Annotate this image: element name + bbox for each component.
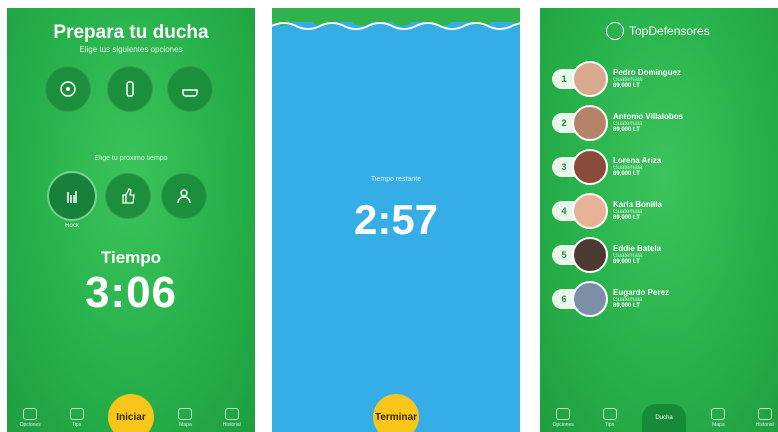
user-name: Lorena Ariza: [613, 155, 662, 165]
genre-button-2[interactable]: [105, 173, 151, 219]
avatar: [572, 61, 608, 97]
user-liters: 89,000 LT: [613, 215, 640, 222]
rank-info: Pedro Dominguez Guatemala 89,000 LT: [613, 67, 682, 90]
rank-info: Eddie Batela Guatemala 89,000 LT: [613, 243, 662, 266]
user-liters: 89,000 LT: [613, 171, 640, 178]
rank-info: Karla Bonilla Guatemala 89,000 LT: [613, 199, 662, 222]
tips-icon: [69, 408, 84, 420]
user-country: Guatemala: [613, 252, 643, 259]
thumbs-up-icon: [122, 188, 135, 204]
genre-button-3[interactable]: [161, 173, 207, 219]
start-button[interactable]: Iniciar: [108, 394, 154, 432]
ranking-header: TopDefensores: [606, 22, 710, 40]
nav-history[interactable]: Historial: [750, 408, 778, 428]
ranking-title: TopDefensores: [629, 24, 710, 38]
ranking-row[interactable]: 5 Eddie Batela Guatemala 89,000 LT: [552, 236, 661, 274]
shower-timer-screen: Tiempo restante 2:57 Terminar: [272, 8, 520, 432]
ranking-row[interactable]: 4 Karla Bonilla Guatemala 89,000 LT: [552, 192, 662, 230]
option-button-3[interactable]: [167, 66, 213, 112]
user-country: Guatemala: [613, 120, 643, 127]
ranking-screen: TopDefensores 1 Pedro Dominguez Guatemala 8…: [540, 8, 778, 432]
bottle-icon: [126, 81, 134, 97]
rank-info: Antonio Villalobos Guatemala 89,000 LT: [613, 111, 684, 134]
genre-label-rock: Rock: [65, 223, 79, 229]
avatar: [572, 105, 608, 141]
end-button[interactable]: Terminar: [373, 394, 419, 432]
options-icon: [556, 408, 571, 420]
shower-setup-screen: Prepara tu ducha Elige tus siguientes op…: [7, 8, 255, 432]
user-country: Guatemala: [613, 76, 643, 83]
genre-button-rock[interactable]: [49, 173, 95, 219]
option-button-2[interactable]: [107, 66, 153, 112]
bathtub-icon: [182, 89, 198, 97]
user-name: Karla Bonilla: [613, 199, 662, 209]
user-name: Antonio Villalobos: [613, 111, 684, 121]
logo-icon: [606, 22, 624, 40]
remaining-label: Tiempo restante: [370, 176, 422, 183]
remaining-time: 2:57: [353, 196, 439, 243]
avatar: [572, 149, 608, 185]
page-subtitle: Elige tus siguientes opciones: [79, 45, 183, 54]
tips-icon: [602, 408, 617, 420]
nav-tips[interactable]: Tips: [62, 408, 92, 428]
nav-history[interactable]: Historial: [217, 408, 247, 428]
map-icon: [711, 408, 726, 420]
avatar: [572, 237, 608, 273]
music-icon: [60, 81, 76, 97]
ranking-row[interactable]: 2 Antonio Villalobos Guatemala 89,000 LT: [552, 104, 683, 142]
user-country: Guatemala: [613, 296, 643, 303]
history-icon: [757, 408, 772, 420]
option-button-1[interactable]: [45, 66, 91, 112]
nav-options[interactable]: Opciones: [15, 408, 45, 428]
options-icon: [23, 408, 38, 420]
time-label: Tiempo: [100, 248, 162, 267]
user-name: Pedro Dominguez: [613, 67, 682, 77]
history-icon: [224, 408, 239, 420]
user-country: Guatemala: [613, 208, 643, 215]
user-name: Eugardo Perez: [613, 287, 670, 297]
person-icon: [177, 189, 191, 204]
avatar: [572, 193, 608, 229]
nav-tips[interactable]: Tips: [595, 408, 625, 428]
rank-info: Eugardo Perez Guatemala 89,000 LT: [613, 287, 670, 310]
nav-options[interactable]: Opciones: [548, 408, 578, 428]
rock-hand-icon: [67, 191, 77, 203]
user-name: Eddie Batela: [613, 243, 662, 253]
nav-map[interactable]: Mapa: [703, 408, 733, 428]
nav-map[interactable]: Mapa: [170, 408, 200, 428]
avatar: [572, 281, 608, 317]
user-country: Guatemala: [613, 164, 643, 171]
section-label: Elige tu próximo tiempo: [94, 155, 168, 162]
user-liters: 89,000 LT: [613, 83, 640, 90]
rank-info: Lorena Ariza Guatemala 89,000 LT: [613, 155, 662, 178]
ranking-row[interactable]: 1 Pedro Dominguez Guatemala 89,000 LT: [552, 60, 681, 98]
user-liters: 89,000 LT: [613, 127, 640, 134]
user-liters: 89,000 LT: [613, 303, 640, 310]
nav-shower[interactable]: Ducha: [642, 404, 686, 432]
water-waves: [272, 8, 520, 30]
time-value: 3:06: [84, 268, 178, 317]
map-icon: [178, 408, 193, 420]
ranking-row[interactable]: 6 Eugardo Perez Guatemala 89,000 LT: [552, 280, 669, 318]
page-title: Prepara tu ducha: [53, 22, 209, 43]
user-liters: 89,000 LT: [613, 259, 640, 266]
ranking-row[interactable]: 3 Lorena Ariza Guatemala 89,000 LT: [552, 148, 661, 186]
